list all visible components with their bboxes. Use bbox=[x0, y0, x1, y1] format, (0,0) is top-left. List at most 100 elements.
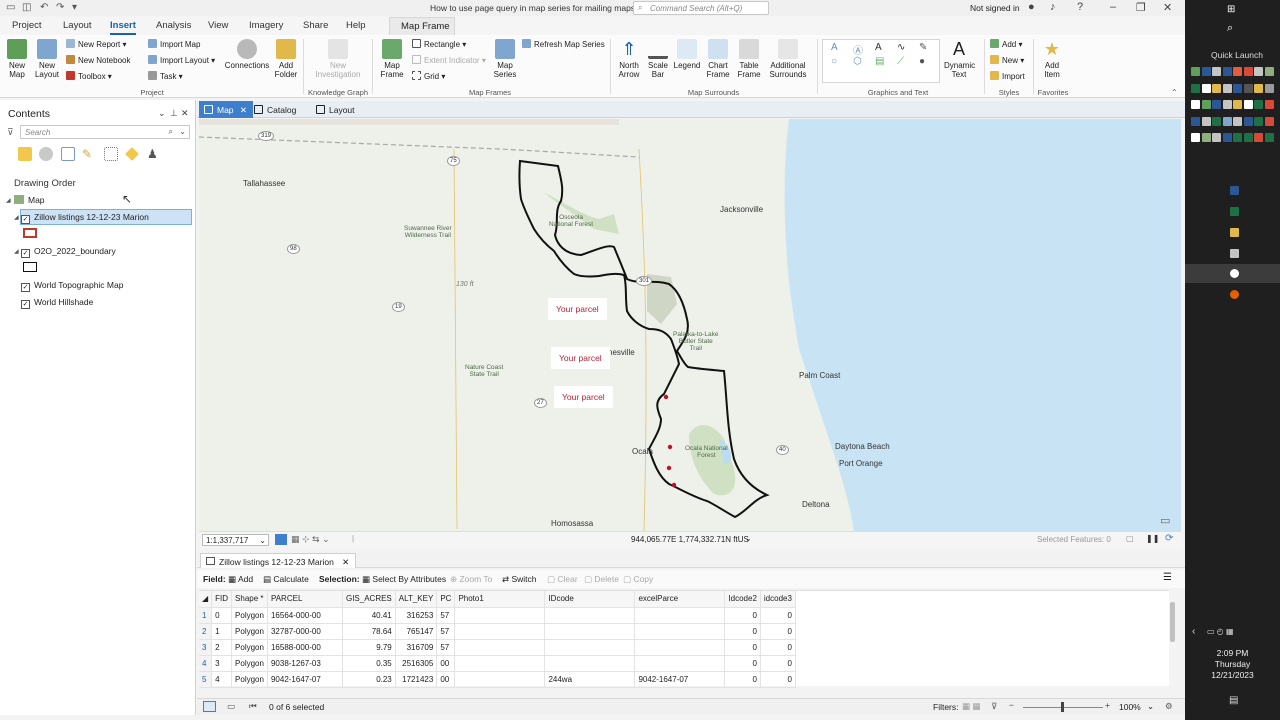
quick-launch-app-icon[interactable] bbox=[1233, 116, 1242, 126]
parcel-marker[interactable] bbox=[666, 465, 672, 471]
restore-icon[interactable]: ❐ bbox=[1136, 1, 1146, 14]
contents-search-input[interactable]: Search ⌕ ⌄ bbox=[20, 125, 190, 139]
editing-icon[interactable]: ✎ bbox=[82, 147, 96, 161]
table-cell[interactable]: 2 bbox=[211, 639, 233, 656]
first-record-icon[interactable]: ⏮ bbox=[249, 701, 257, 712]
new-style-button[interactable]: New ▾ bbox=[990, 55, 1024, 65]
layer-visibility-checkbox[interactable]: ✓ bbox=[21, 300, 30, 309]
parcel-marker[interactable] bbox=[671, 482, 677, 488]
column-header[interactable]: PC bbox=[436, 591, 456, 608]
map-frame-button[interactable]: Map Frame bbox=[376, 39, 408, 79]
quick-launch-app-icon[interactable] bbox=[1222, 67, 1232, 76]
search-icon[interactable]: ⌕ bbox=[169, 127, 173, 137]
north-arrow-button[interactable]: ⇑ North Arrow bbox=[614, 39, 644, 79]
quick-launch-app-icon[interactable] bbox=[1233, 133, 1242, 142]
zoom-out-icon[interactable]: − bbox=[1009, 700, 1014, 710]
zoom-to-button[interactable]: ⊕ Zoom To bbox=[450, 574, 492, 585]
black-outline-symbol-icon[interactable] bbox=[23, 262, 37, 272]
pause-drawing-icon[interactable]: ❚❚ bbox=[1146, 534, 1159, 543]
table-cell[interactable] bbox=[544, 655, 636, 672]
charts-icon[interactable]: ♟ bbox=[147, 147, 161, 161]
table-cell[interactable]: 0 bbox=[760, 623, 796, 640]
save-icon[interactable]: ◫ bbox=[22, 2, 31, 13]
collapse-ribbon-icon[interactable]: ⌃ bbox=[1171, 88, 1178, 97]
add-field-button[interactable]: ▦ Add bbox=[228, 574, 253, 585]
tab-imagery[interactable]: Imagery bbox=[249, 20, 283, 31]
selection-icon[interactable] bbox=[61, 147, 75, 161]
parcel-callout[interactable]: Your parcel bbox=[551, 347, 610, 369]
zoom-in-icon[interactable]: + bbox=[1105, 700, 1110, 710]
layer-world-hillshade[interactable]: ✓ World Hillshade bbox=[21, 297, 93, 309]
table-cell[interactable]: 0 bbox=[211, 607, 233, 624]
labeling-icon[interactable] bbox=[125, 147, 139, 161]
red-outline-symbol-icon[interactable] bbox=[23, 228, 37, 238]
quick-launch-app-icon[interactable] bbox=[1264, 100, 1274, 109]
redo-icon[interactable]: ↷ bbox=[56, 2, 64, 13]
close-window-icon[interactable]: ✕ bbox=[1163, 1, 1172, 14]
table-cell[interactable]: 0 bbox=[724, 607, 761, 624]
quick-launch-app-icon[interactable] bbox=[1264, 83, 1274, 93]
table-row[interactable]: 2 1 Polygon 32787-000-00 78.64 765147 57 0 0 bbox=[199, 623, 796, 640]
quick-launch-app-icon[interactable] bbox=[1212, 83, 1221, 93]
row-number[interactable]: 4 bbox=[199, 655, 213, 672]
chevron-left-icon[interactable]: ‹ bbox=[1192, 626, 1195, 637]
user-avatar-icon[interactable]: ● bbox=[1028, 1, 1035, 13]
clear-selection-icon[interactable]: ▢ bbox=[1126, 534, 1134, 543]
quick-launch-app-icon[interactable] bbox=[1243, 133, 1253, 142]
scale-dropdown[interactable]: 1:1,337,717 ⌄ bbox=[202, 534, 269, 546]
arcgis-pro-icon[interactable] bbox=[1230, 269, 1239, 278]
tab-help[interactable]: Help bbox=[346, 20, 366, 31]
table-cell[interactable]: 57 bbox=[436, 623, 456, 640]
column-header[interactable]: Shape * bbox=[231, 591, 268, 608]
table-cell[interactable]: 9038-1267-03 bbox=[267, 655, 343, 672]
file-explorer-icon[interactable] bbox=[1230, 228, 1239, 237]
table-frame-button[interactable]: Table Frame bbox=[735, 39, 763, 79]
graphics-gallery[interactable]: A Ⓐ A ∿ ○ ⬡ ▤ ⟋ ✎ ● bbox=[822, 39, 940, 83]
copy-button[interactable]: ▢ Copy bbox=[623, 574, 653, 585]
tab-analysis[interactable]: Analysis bbox=[156, 20, 191, 31]
new-notebook-button[interactable]: New Notebook bbox=[66, 55, 130, 65]
quick-launch-app-icon[interactable] bbox=[1212, 133, 1221, 142]
dynamic-text-button[interactable]: A Dynamic Text bbox=[944, 39, 975, 79]
table-cell[interactable] bbox=[634, 623, 726, 640]
column-header[interactable]: ALT_KEY bbox=[395, 591, 438, 608]
search-icon[interactable]: ⌕ bbox=[1227, 22, 1233, 35]
table-cell[interactable]: 0 bbox=[724, 639, 761, 656]
quick-launch-app-icon[interactable] bbox=[1233, 67, 1242, 76]
rectangle-button[interactable]: Rectangle ▾ bbox=[412, 39, 466, 49]
table-cell[interactable] bbox=[454, 655, 546, 672]
quick-launch-app-icon[interactable] bbox=[1201, 116, 1211, 126]
table-cell[interactable]: Polygon bbox=[231, 655, 268, 672]
clock[interactable]: 2:09 PM Thursday 12/21/2023 bbox=[1185, 648, 1280, 681]
import-style-button[interactable]: Import bbox=[990, 71, 1025, 81]
import-map-button[interactable]: Import Map bbox=[148, 39, 200, 49]
chevron-down-icon[interactable]: ⌄ bbox=[179, 127, 186, 136]
start-icon[interactable]: ⊞ bbox=[1227, 4, 1235, 15]
show-all-records-icon[interactable] bbox=[203, 701, 216, 712]
table-cell[interactable]: 316253 bbox=[395, 607, 438, 624]
task-button[interactable]: Task ▾ bbox=[148, 71, 183, 81]
table-cell[interactable]: 3 bbox=[211, 655, 233, 672]
navigation-icon[interactable]: ▦ ⊹ ⇆ ⌄ bbox=[291, 534, 330, 545]
help-icon[interactable]: ? bbox=[1077, 1, 1083, 13]
quick-launch-app-icon[interactable] bbox=[1254, 133, 1263, 142]
quick-launch-app-icon[interactable] bbox=[1243, 67, 1253, 76]
new-layout-button[interactable]: New Layout bbox=[32, 39, 62, 79]
table-cell[interactable]: 0 bbox=[760, 639, 796, 656]
table-row[interactable]: 1 0 Polygon 16564-000-00 40.41 316253 57 0 0 bbox=[199, 607, 796, 624]
close-tab-icon[interactable]: ✕ bbox=[240, 105, 247, 115]
quick-launch-app-icon[interactable] bbox=[1201, 133, 1211, 142]
quick-launch-app-icon[interactable] bbox=[1222, 133, 1232, 142]
table-cell[interactable]: 16564-000-00 bbox=[267, 607, 343, 624]
legend-button[interactable]: Legend bbox=[672, 39, 702, 70]
quick-launch-app-icon[interactable] bbox=[1201, 83, 1211, 93]
drawing-order-icon[interactable] bbox=[18, 147, 32, 161]
view-tab-layout[interactable]: Layout bbox=[311, 101, 361, 118]
table-scrollbar[interactable] bbox=[1169, 590, 1177, 686]
table-row[interactable]: 4 3 Polygon 9038-1267-03 0.35 2516305 00 0 0 bbox=[199, 655, 796, 672]
quick-launch-app-icon[interactable] bbox=[1212, 116, 1221, 126]
column-header[interactable]: PARCEL bbox=[267, 591, 343, 608]
quick-launch-app-icon[interactable] bbox=[1201, 67, 1211, 76]
row-number[interactable]: 5 bbox=[199, 671, 213, 688]
quick-launch-app-icon[interactable] bbox=[1191, 67, 1200, 76]
